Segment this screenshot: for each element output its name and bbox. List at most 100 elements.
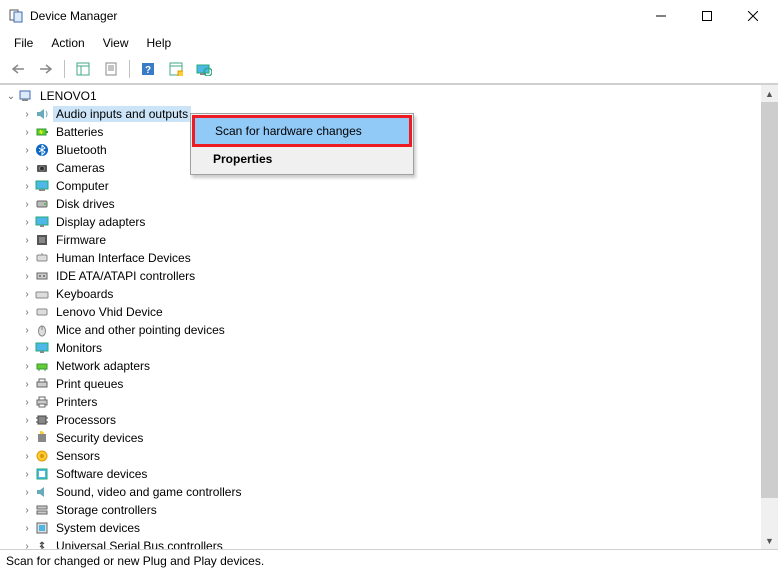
tree-node-label[interactable]: Firmware (53, 232, 109, 248)
tree-node-label[interactable]: Disk drives (53, 196, 118, 212)
chevron-right-icon[interactable]: › (20, 341, 34, 355)
tree-node-label[interactable]: Computer (53, 178, 112, 194)
disk-icon (34, 196, 50, 212)
chevron-right-icon[interactable]: › (20, 467, 34, 481)
tree-node-label[interactable]: Sensors (53, 448, 103, 464)
tree-node-label[interactable]: Audio inputs and outputs (53, 106, 191, 122)
tree-node[interactable]: › Print queues (4, 375, 778, 393)
context-properties[interactable]: Properties (193, 146, 411, 172)
tree-node-label[interactable]: Batteries (53, 124, 106, 140)
expand-collapse-icon[interactable]: ⌄ (4, 89, 18, 103)
chevron-right-icon[interactable]: › (20, 431, 34, 445)
context-scan-hardware[interactable]: Scan for hardware changes (192, 115, 412, 147)
tree-node-label[interactable]: Security devices (53, 430, 146, 446)
tree-node[interactable]: › Printers (4, 393, 778, 411)
forward-button[interactable] (34, 58, 58, 80)
chevron-right-icon[interactable]: › (20, 143, 34, 157)
chevron-right-icon[interactable]: › (20, 305, 34, 319)
menu-view[interactable]: View (95, 34, 137, 52)
scroll-track[interactable] (761, 102, 778, 532)
chevron-right-icon[interactable]: › (20, 269, 34, 283)
scroll-thumb[interactable] (761, 102, 778, 498)
close-button[interactable] (730, 0, 776, 32)
chevron-right-icon[interactable]: › (20, 359, 34, 373)
chevron-right-icon[interactable]: › (20, 377, 34, 391)
tree-node[interactable]: › Disk drives (4, 195, 778, 213)
chevron-right-icon[interactable]: › (20, 323, 34, 337)
toolbar: ? (0, 54, 778, 84)
chevron-right-icon[interactable]: › (20, 449, 34, 463)
tree-node-label[interactable]: Processors (53, 412, 119, 428)
show-hide-console-tree-button[interactable] (71, 58, 95, 80)
properties-button[interactable] (99, 58, 123, 80)
tree-node[interactable]: › Processors (4, 411, 778, 429)
tree-node-label[interactable]: Universal Serial Bus controllers (53, 538, 226, 549)
tree-node-label[interactable]: Cameras (53, 160, 108, 176)
tree-node-label[interactable]: Monitors (53, 340, 105, 356)
tree-node-label[interactable]: Human Interface Devices (53, 250, 194, 266)
chevron-right-icon[interactable]: › (20, 521, 34, 535)
tree-node-label[interactable]: Print queues (53, 376, 126, 392)
tree-root[interactable]: ⌄ LENOVO1 (4, 87, 778, 105)
tree-node-label[interactable]: Printers (53, 394, 100, 410)
tree-node-label[interactable]: Mice and other pointing devices (53, 322, 228, 338)
chevron-right-icon[interactable]: › (20, 413, 34, 427)
tree-node[interactable]: › Security devices (4, 429, 778, 447)
tree-node[interactable]: › Display adapters (4, 213, 778, 231)
menu-file[interactable]: File (6, 34, 41, 52)
root-label[interactable]: LENOVO1 (37, 88, 100, 104)
vertical-scrollbar[interactable]: ▲ ▼ (761, 85, 778, 549)
chevron-right-icon[interactable]: › (20, 233, 34, 247)
chevron-right-icon[interactable]: › (20, 197, 34, 211)
chevron-right-icon[interactable]: › (20, 107, 34, 121)
tree-node-label[interactable]: Storage controllers (53, 502, 160, 518)
tree-node[interactable]: › Monitors (4, 339, 778, 357)
tree-node[interactable]: › IDE ATA/ATAPI controllers (4, 267, 778, 285)
tree-node[interactable]: › Firmware (4, 231, 778, 249)
tree-node[interactable]: › Mice and other pointing devices (4, 321, 778, 339)
help-button[interactable]: ? (136, 58, 160, 80)
tree-node-label[interactable]: Network adapters (53, 358, 153, 374)
maximize-button[interactable] (684, 0, 730, 32)
tree-node[interactable]: › Human Interface Devices (4, 249, 778, 267)
chevron-right-icon[interactable]: › (20, 179, 34, 193)
tree-node[interactable]: › Universal Serial Bus controllers (4, 537, 778, 549)
menu-help[interactable]: Help (139, 34, 180, 52)
menu-action[interactable]: Action (43, 34, 92, 52)
minimize-button[interactable] (638, 0, 684, 32)
firmware-icon (34, 232, 50, 248)
tree-node[interactable]: › Sound, video and game controllers (4, 483, 778, 501)
chevron-right-icon[interactable]: › (20, 215, 34, 229)
tree-node[interactable]: › Sensors (4, 447, 778, 465)
tree-node[interactable]: › System devices (4, 519, 778, 537)
scan-hardware-button[interactable] (192, 58, 216, 80)
chevron-right-icon[interactable]: › (20, 251, 34, 265)
chevron-right-icon[interactable]: › (20, 125, 34, 139)
chevron-right-icon[interactable]: › (20, 395, 34, 409)
scroll-up-button[interactable]: ▲ (761, 85, 778, 102)
tree-node-label[interactable]: Lenovo Vhid Device (53, 304, 166, 320)
window-title: Device Manager (30, 9, 638, 23)
tree-node-label[interactable]: Bluetooth (53, 142, 110, 158)
tree-node[interactable]: › Storage controllers (4, 501, 778, 519)
tree-node[interactable]: › Keyboards (4, 285, 778, 303)
chevron-right-icon[interactable]: › (20, 503, 34, 517)
chevron-right-icon[interactable]: › (20, 539, 34, 549)
content-area: ⌄ LENOVO1 › Audio inputs and outputs › Batt… (0, 84, 778, 550)
tree-node-label[interactable]: Display adapters (53, 214, 148, 230)
tree-node[interactable]: › Computer (4, 177, 778, 195)
chevron-right-icon[interactable]: › (20, 287, 34, 301)
tree-node-label[interactable]: System devices (53, 520, 143, 536)
scroll-down-button[interactable]: ▼ (761, 532, 778, 549)
tree-node-label[interactable]: Sound, video and game controllers (53, 484, 244, 500)
tree-node[interactable]: › Lenovo Vhid Device (4, 303, 778, 321)
chevron-right-icon[interactable]: › (20, 485, 34, 499)
chevron-right-icon[interactable]: › (20, 161, 34, 175)
tree-node[interactable]: › Network adapters (4, 357, 778, 375)
tree-node[interactable]: › Software devices (4, 465, 778, 483)
action-button[interactable] (164, 58, 188, 80)
tree-node-label[interactable]: Software devices (53, 466, 150, 482)
tree-node-label[interactable]: Keyboards (53, 286, 116, 302)
tree-node-label[interactable]: IDE ATA/ATAPI controllers (53, 268, 198, 284)
back-button[interactable] (6, 58, 30, 80)
